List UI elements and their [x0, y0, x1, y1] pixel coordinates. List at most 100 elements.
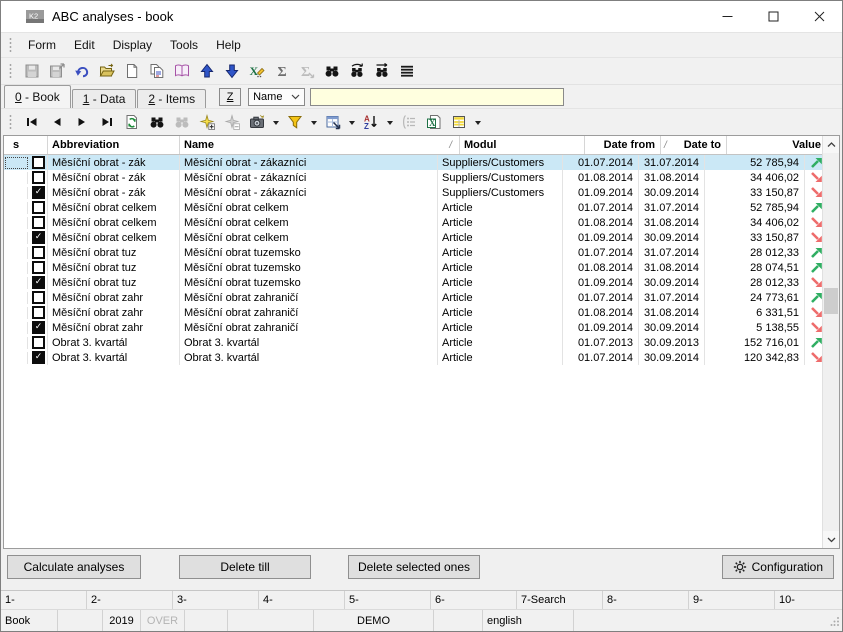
dropdown-arrow-icon[interactable]: [307, 111, 320, 133]
column-header-s[interactable]: s: [4, 136, 48, 154]
close-button[interactable]: [796, 1, 842, 32]
row-checkbox[interactable]: [32, 291, 45, 304]
calculate-analyses-button[interactable]: Calculate analyses: [7, 555, 141, 579]
menu-item-form[interactable]: Form: [19, 35, 65, 55]
open-icon[interactable]: [94, 60, 119, 82]
filter-icon[interactable]: [282, 111, 307, 133]
row-select-cell: [4, 320, 48, 335]
table-row[interactable]: Měsíční obrat - zákMěsíční obrat - zákaz…: [4, 185, 827, 200]
previous-record-icon[interactable]: [44, 111, 69, 133]
tab-items[interactable]: 2 - Items: [137, 89, 206, 108]
row-checkbox[interactable]: [32, 216, 45, 229]
dropdown-arrow-icon[interactable]: [383, 111, 396, 133]
sum-icon[interactable]: Σ: [269, 60, 294, 82]
dropdown-arrow-icon[interactable]: [269, 111, 282, 133]
row-checkbox[interactable]: [32, 231, 45, 244]
row-checkbox[interactable]: [32, 201, 45, 214]
form-view-icon[interactable]: [320, 111, 345, 133]
camera-icon[interactable]: [244, 111, 269, 133]
toolbar-grip[interactable]: [9, 37, 12, 53]
last-record-icon[interactable]: [94, 111, 119, 133]
cell-date_from: 01.08.2014: [563, 215, 639, 230]
menu-lines-icon[interactable]: [394, 60, 419, 82]
row-checkbox[interactable]: [32, 351, 45, 364]
column-header-date_from[interactable]: Date from: [585, 136, 661, 154]
scroll-down-icon[interactable]: [823, 531, 839, 548]
move-up-icon[interactable]: [194, 60, 219, 82]
column-header-modul[interactable]: Modul: [460, 136, 585, 154]
table-row[interactable]: Měsíční obrat zahrMěsíční obrat zahranič…: [4, 290, 827, 305]
table-row[interactable]: Měsíční obrat celkemMěsíční obrat celkem…: [4, 200, 827, 215]
column-header-name[interactable]: Name/: [180, 136, 460, 154]
row-checkbox[interactable]: [32, 156, 45, 169]
first-record-icon[interactable]: [19, 111, 44, 133]
table-row[interactable]: Měsíční obrat tuzMěsíční obrat tuzemskoA…: [4, 260, 827, 275]
delete-selected-button[interactable]: Delete selected ones: [348, 555, 480, 579]
columns-icon[interactable]: [446, 111, 471, 133]
column-header-date_to[interactable]: /Date to: [661, 136, 727, 154]
row-checkbox[interactable]: [32, 321, 45, 334]
excel-export-icon[interactable]: X: [421, 111, 446, 133]
column-header-abbreviation[interactable]: Abbreviation: [48, 136, 180, 154]
menu-item-edit[interactable]: Edit: [65, 35, 104, 55]
tab-data[interactable]: 1 - Data: [72, 89, 137, 108]
column-header-label: Name: [184, 139, 214, 151]
search-column-select[interactable]: Name: [248, 88, 305, 106]
vertical-scrollbar[interactable]: [822, 136, 839, 548]
column-header-value[interactable]: Value: [727, 136, 827, 154]
table-row[interactable]: Měsíční obrat - zákMěsíční obrat - zákaz…: [4, 155, 827, 170]
menu-item-help[interactable]: Help: [207, 35, 250, 55]
toolbar-grip[interactable]: [9, 114, 12, 130]
cell-name: Měsíční obrat - zákazníci: [180, 185, 438, 200]
table-row[interactable]: Měsíční obrat celkemMěsíční obrat celkem…: [4, 215, 827, 230]
maximize-button[interactable]: [750, 1, 796, 32]
copy-document-icon[interactable]: [144, 60, 169, 82]
resize-grip[interactable]: [830, 616, 840, 629]
book-icon[interactable]: [169, 60, 194, 82]
cell-abbreviation: Měsíční obrat zahr: [48, 305, 180, 320]
excel-edit-icon[interactable]: X: [244, 60, 269, 82]
find-next-icon[interactable]: [344, 60, 369, 82]
table-row[interactable]: Obrat 3. kvartálObrat 3. kvartálArticle0…: [4, 335, 827, 350]
svg-text:Z: Z: [364, 122, 369, 130]
menu-item-display[interactable]: Display: [104, 35, 161, 55]
scrollbar-thumb[interactable]: [824, 288, 838, 314]
scroll-up-icon[interactable]: [823, 136, 839, 153]
table-row[interactable]: Měsíční obrat - zákMěsíční obrat - zákaz…: [4, 170, 827, 185]
find-icon[interactable]: [319, 60, 344, 82]
row-checkbox[interactable]: [32, 261, 45, 274]
toolbar-grip[interactable]: [9, 63, 12, 79]
z-button[interactable]: Z: [219, 88, 241, 106]
cell-date_to: 31.08.2014: [639, 305, 705, 320]
next-record-icon[interactable]: [69, 111, 94, 133]
refresh-icon[interactable]: [119, 111, 144, 133]
move-down-icon[interactable]: [219, 60, 244, 82]
configuration-button[interactable]: Configuration: [722, 555, 834, 579]
row-checkbox[interactable]: [32, 306, 45, 319]
tab-book[interactable]: 0 - Book: [4, 85, 71, 108]
table-row[interactable]: Obrat 3. kvartálObrat 3. kvartálArticle0…: [4, 350, 827, 365]
cell-modul: Suppliers/Customers: [438, 170, 563, 185]
dropdown-arrow-icon[interactable]: [345, 111, 358, 133]
minimize-button[interactable]: [704, 1, 750, 32]
row-checkbox[interactable]: [32, 246, 45, 259]
row-checkbox[interactable]: [32, 186, 45, 199]
row-checkbox[interactable]: [32, 276, 45, 289]
dropdown-arrow-icon[interactable]: [471, 111, 484, 133]
new-document-icon[interactable]: [119, 60, 144, 82]
find-icon[interactable]: [144, 111, 169, 133]
table-row[interactable]: Měsíční obrat celkemMěsíční obrat celkem…: [4, 230, 827, 245]
delete-till-button[interactable]: Delete till: [179, 555, 311, 579]
sort-icon[interactable]: AZ: [358, 111, 383, 133]
search-input[interactable]: [310, 88, 564, 106]
table-row[interactable]: Měsíční obrat tuzMěsíční obrat tuzemskoA…: [4, 245, 827, 260]
table-row[interactable]: Měsíční obrat zahrMěsíční obrat zahranič…: [4, 320, 827, 335]
row-checkbox[interactable]: [32, 336, 45, 349]
menu-item-tools[interactable]: Tools: [161, 35, 207, 55]
row-checkbox[interactable]: [32, 171, 45, 184]
undo-icon[interactable]: [69, 60, 94, 82]
table-row[interactable]: Měsíční obrat tuzMěsíční obrat tuzemskoA…: [4, 275, 827, 290]
bookmark-add-icon[interactable]: [194, 111, 219, 133]
table-row[interactable]: Měsíční obrat zahrMěsíční obrat zahranič…: [4, 305, 827, 320]
find-previous-icon[interactable]: [369, 60, 394, 82]
